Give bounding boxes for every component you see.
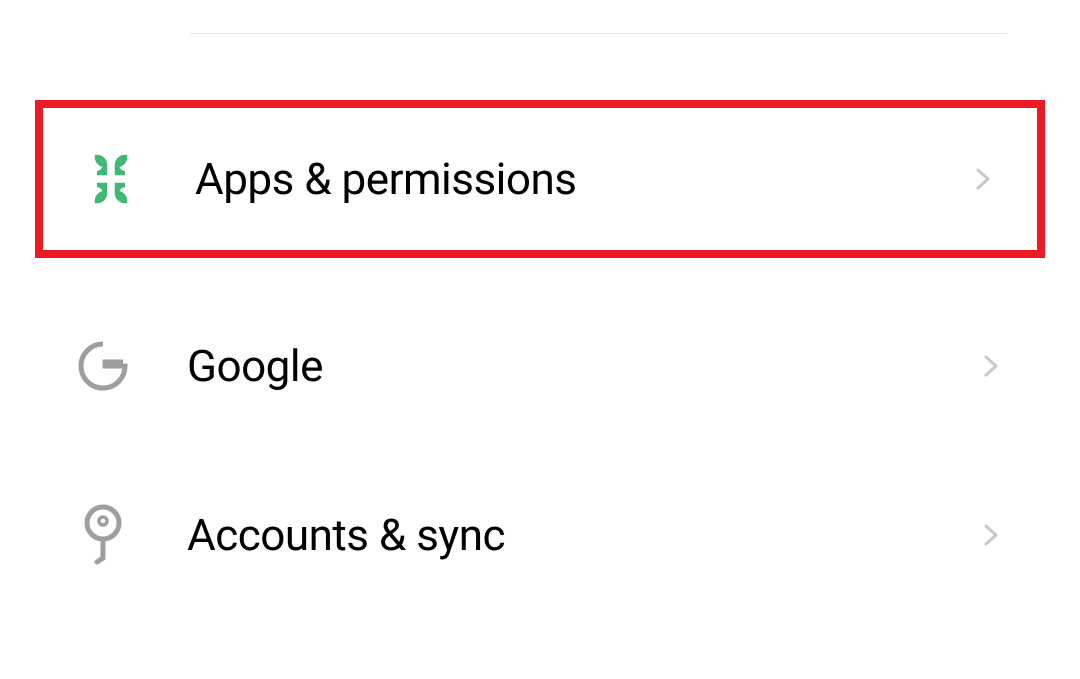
settings-list: Apps & permissions Google [0,100,1080,596]
section-divider [190,33,1007,34]
settings-item-google[interactable]: Google [0,305,1080,427]
google-icon [77,340,129,392]
settings-item-apps-permissions[interactable]: Apps & permissions [35,100,1045,258]
settings-item-label: Google [187,340,979,392]
chevron-right-icon [979,354,1003,378]
settings-item-label: Accounts & sync [187,509,979,561]
settings-item-label: Apps & permissions [195,153,971,205]
chevron-right-icon [971,167,995,191]
key-icon [77,509,129,561]
apps-icon [85,153,137,205]
settings-item-accounts-sync[interactable]: Accounts & sync [0,474,1080,596]
chevron-right-icon [979,523,1003,547]
